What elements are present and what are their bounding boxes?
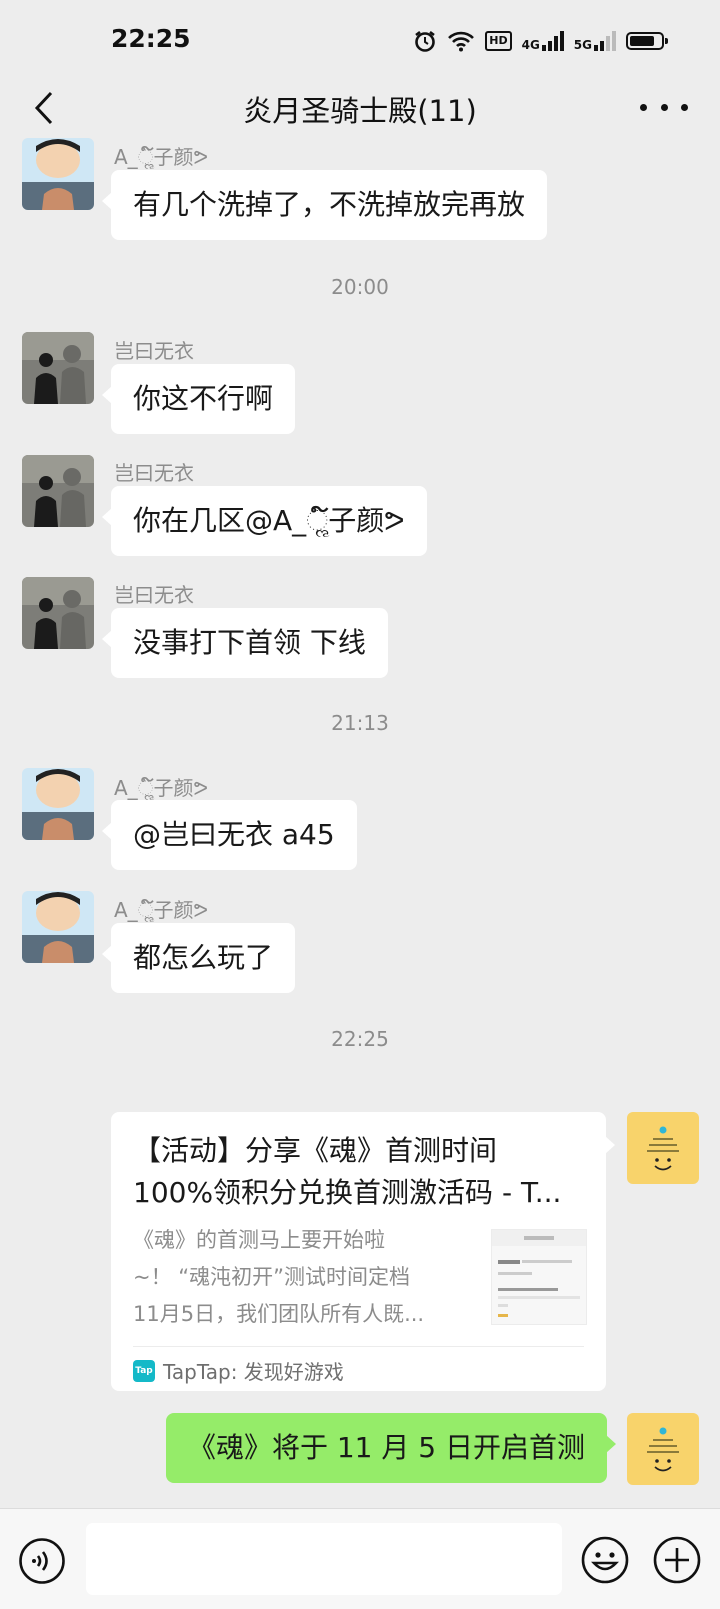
avatar-silhouette[interactable] bbox=[22, 455, 94, 527]
sender-name: 岂曰无衣 bbox=[114, 583, 194, 607]
signal-4g: 4G bbox=[522, 31, 564, 51]
avatar-shinchan[interactable] bbox=[22, 768, 94, 840]
alarm-icon bbox=[415, 30, 436, 52]
status-icons: HD 4G 5G bbox=[413, 26, 668, 56]
plus-icon bbox=[653, 1536, 701, 1584]
sender-name: 岂曰无衣 bbox=[114, 339, 194, 363]
plus-button[interactable] bbox=[652, 1535, 702, 1585]
signal-4g-icon bbox=[541, 31, 564, 51]
message-bubble[interactable]: 你这不行啊 bbox=[101, 364, 296, 434]
chat-title: 炎月圣骑士殿(11) bbox=[243, 94, 477, 128]
emoji-button[interactable] bbox=[580, 1535, 630, 1585]
link-card-description: 《魂》的首测马上要开始啦 ~！ “魂沌初开”测试时间定档 11月5日，我们团队所… bbox=[133, 1228, 425, 1326]
sender-name: 岂曰无衣 bbox=[114, 461, 194, 485]
timestamp: 22:25 bbox=[331, 1027, 389, 1051]
sender-name: A_ૢ໌子颜ᕗ bbox=[114, 776, 209, 800]
avatar-silhouette[interactable] bbox=[22, 577, 94, 649]
avatar-shinchan[interactable] bbox=[22, 138, 94, 210]
message-bubble[interactable]: @岂曰无衣 a45 bbox=[102, 800, 357, 870]
message-input[interactable] bbox=[86, 1523, 562, 1595]
message-bubble[interactable]: 你在几区@A_ૢ໌子颜ᕗ bbox=[102, 486, 427, 556]
avatar-shinchan[interactable] bbox=[22, 891, 94, 963]
link-card-divider bbox=[133, 1346, 584, 1347]
my-message-bubble[interactable]: 《魂》将于 11 月 5 日开启首测 bbox=[165, 1413, 617, 1483]
timestamp: 20:00 bbox=[331, 275, 389, 299]
avatar-silhouette[interactable] bbox=[22, 332, 94, 404]
avatar-me[interactable] bbox=[627, 1413, 699, 1485]
signal-5g-icon bbox=[594, 31, 616, 51]
avatar-me[interactable] bbox=[627, 1112, 699, 1184]
taptap-icon: Tap bbox=[133, 1359, 155, 1382]
link-card-title: 【活动】分享《魂》首测时间 100%领积分兑换首测激活码 - T... bbox=[133, 1134, 562, 1209]
timestamp: 21:13 bbox=[331, 711, 389, 735]
link-card-source: Tap TapTap: 发现好游戏 bbox=[133, 1356, 344, 1385]
sender-name: A_ૢ໌子颜ᕗ bbox=[114, 898, 209, 922]
voice-icon bbox=[19, 1538, 65, 1584]
more-button[interactable] bbox=[640, 92, 688, 122]
voice-button[interactable] bbox=[18, 1537, 66, 1585]
status-time: 22:25 bbox=[111, 24, 191, 53]
link-card[interactable]: 【活动】分享《魂》首测时间 100%领积分兑换首测激活码 - T... 《魂》的… bbox=[111, 1112, 615, 1391]
wifi-icon bbox=[448, 31, 475, 52]
message-bubble[interactable]: 有几个洗掉了，不洗掉放完再放 bbox=[101, 170, 548, 240]
sender-name: A_ૢ໌子颜ᕗ bbox=[114, 145, 209, 169]
message-bubble[interactable]: 都怎么玩了 bbox=[101, 923, 296, 993]
emoji-icon bbox=[581, 1536, 629, 1584]
link-card-thumbnail bbox=[491, 1229, 587, 1325]
input-bar bbox=[0, 1508, 720, 1609]
hd-badge: HD bbox=[485, 31, 512, 51]
more-dots-icon bbox=[640, 103, 647, 111]
message-bubble[interactable]: 没事打下首领 下线 bbox=[102, 608, 388, 678]
signal-5g: 5G bbox=[574, 31, 616, 51]
battery-icon bbox=[626, 32, 668, 50]
